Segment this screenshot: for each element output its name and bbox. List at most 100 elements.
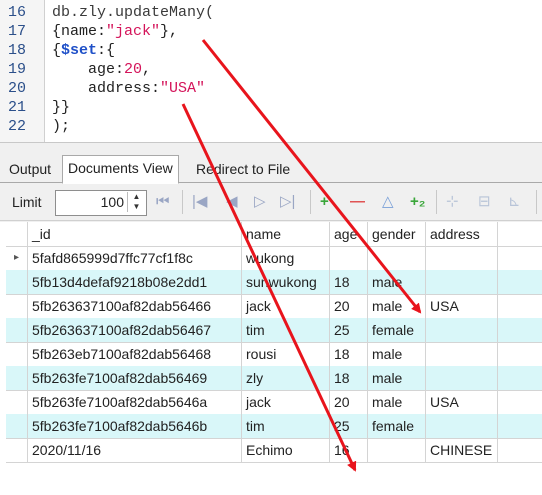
first-page-icon[interactable]: ⏮ — [156, 193, 170, 211]
cell-name[interactable]: wukong — [242, 246, 330, 270]
cell-name[interactable]: zly — [242, 366, 330, 390]
cell-gender[interactable]: male — [368, 366, 426, 390]
next-icon[interactable]: ▷ — [254, 193, 266, 211]
collapse-icon[interactable]: ⊾ — [508, 193, 521, 211]
cell-gender[interactable]: male — [368, 390, 426, 414]
cell-address[interactable] — [426, 342, 498, 366]
add-icon[interactable]: + — [320, 193, 329, 211]
cell-address[interactable] — [426, 270, 498, 294]
row-marker[interactable] — [6, 438, 28, 462]
cell-gender[interactable] — [368, 438, 426, 462]
limit-input[interactable]: 100 ▲ ▼ — [55, 190, 147, 216]
code-text: {name:"jack"}, — [52, 23, 178, 41]
cell-age[interactable]: 18 — [330, 270, 368, 294]
cell-address[interactable] — [426, 246, 498, 270]
header-gender[interactable]: gender — [368, 222, 426, 246]
toolbar-separator — [436, 190, 437, 214]
cell-id[interactable]: 5fb13d4defaf9218b08e2dd1 — [28, 270, 242, 294]
limit-spinner[interactable]: ▲ ▼ — [127, 192, 145, 212]
header-name[interactable]: name — [242, 222, 330, 246]
cell-name[interactable]: Echimo — [242, 438, 330, 462]
table-row[interactable]: 5fb263637100af82dab56466 jack 20 male USA — [6, 294, 542, 319]
cell-age[interactable]: 25 — [330, 414, 368, 438]
cell-gender[interactable]: male — [368, 342, 426, 366]
cell-name[interactable]: jack — [242, 390, 330, 414]
code-token: address: — [52, 80, 161, 97]
cell-age[interactable]: 20 — [330, 294, 368, 318]
code-token: {name: — [52, 23, 107, 40]
cell-name[interactable]: tim — [242, 318, 330, 342]
cell-name[interactable]: tim — [242, 414, 330, 438]
row-marker[interactable] — [6, 318, 28, 342]
cell-id[interactable]: 5fb263eb7100af82dab56468 — [28, 342, 242, 366]
tab-documents-view[interactable]: Documents View — [62, 155, 179, 184]
tab-output[interactable]: Output — [4, 157, 56, 181]
cell-address[interactable]: USA — [426, 294, 498, 318]
cell-extra — [498, 366, 542, 390]
table-row[interactable]: 5fb263eb7100af82dab56468 rousi 18 male — [6, 342, 542, 367]
cell-age[interactable]: 25 — [330, 318, 368, 342]
cell-id[interactable]: 5fb263fe7100af82dab56469 — [28, 366, 242, 390]
header-extra — [498, 222, 542, 246]
header-id[interactable]: _id — [28, 222, 242, 246]
line-number: 22 — [8, 118, 27, 135]
row-marker[interactable] — [6, 414, 28, 438]
cell-extra — [498, 342, 542, 366]
cell-gender[interactable]: male — [368, 270, 426, 294]
cell-name[interactable]: rousi — [242, 342, 330, 366]
add-field-icon[interactable]: +₂ — [410, 193, 425, 211]
code-token: db.zly.updateMany( — [52, 4, 215, 21]
cell-extra — [498, 270, 542, 294]
cell-id[interactable]: 5fb263637100af82dab56467 — [28, 318, 242, 342]
row-marker[interactable] — [6, 270, 28, 294]
table-row[interactable]: ▸ 5fafd865999d7ffc77cf1f8c wukong — [6, 246, 542, 271]
cell-age[interactable]: 18 — [330, 366, 368, 390]
cell-age[interactable]: 18 — [330, 342, 368, 366]
remove-icon[interactable]: — — [350, 193, 365, 211]
cell-name[interactable]: sunwukong — [242, 270, 330, 294]
prev-icon[interactable]: ◀ — [226, 193, 238, 211]
code-editor[interactable]: 16 db.zly.updateMany(17 {name:"jack"}, 18 {$… — [0, 0, 542, 143]
table-row[interactable]: 5fb13d4defaf9218b08e2dd1 sunwukong 18 male — [6, 270, 542, 295]
cell-address[interactable]: USA — [426, 390, 498, 414]
insert-icon[interactable]: ⊹ — [446, 193, 459, 211]
cell-id[interactable]: 5fb263fe7100af82dab5646b — [28, 414, 242, 438]
cell-id[interactable]: 5fb263fe7100af82dab5646a — [28, 390, 242, 414]
delete-icon[interactable]: ⊟ — [478, 193, 491, 211]
code-text: {$set:{ — [52, 42, 115, 60]
table-row[interactable]: 5fb263fe7100af82dab56469 zly 18 male — [6, 366, 542, 391]
row-marker[interactable] — [6, 294, 28, 318]
row-marker[interactable] — [6, 342, 28, 366]
cell-address[interactable]: CHINESE — [426, 438, 498, 462]
cell-gender[interactable]: female — [368, 318, 426, 342]
cell-id[interactable]: 5fb263637100af82dab56466 — [28, 294, 242, 318]
row-marker[interactable] — [6, 390, 28, 414]
header-address[interactable]: address — [426, 222, 498, 246]
cell-age[interactable]: 20 — [330, 390, 368, 414]
cell-name[interactable]: jack — [242, 294, 330, 318]
line-number: 19 — [8, 61, 27, 78]
table-row[interactable]: 2020/11/16 Echimo 16 CHINESE — [6, 438, 542, 463]
cell-gender[interactable]: female — [368, 414, 426, 438]
prev-page-icon[interactable]: |◀ — [192, 193, 207, 211]
cell-address[interactable] — [426, 318, 498, 342]
code-token: 20 — [124, 61, 143, 78]
last-page-icon[interactable]: ▷| — [280, 193, 295, 211]
cell-age[interactable]: 16 — [330, 438, 368, 462]
header-age[interactable]: age — [330, 222, 368, 246]
cell-address[interactable] — [426, 366, 498, 390]
cell-extra — [498, 294, 542, 318]
tab-redirect-to-file[interactable]: Redirect to File — [191, 157, 295, 181]
row-marker[interactable] — [6, 366, 28, 390]
table-row[interactable]: 5fb263fe7100af82dab5646b tim 25 female — [6, 414, 542, 439]
cell-gender[interactable] — [368, 246, 426, 270]
up-icon[interactable]: △ — [382, 193, 394, 211]
cell-gender[interactable]: male — [368, 294, 426, 318]
cell-id[interactable]: 2020/11/16 — [28, 438, 242, 462]
table-row[interactable]: 5fb263637100af82dab56467 tim 25 female — [6, 318, 542, 343]
cell-age[interactable] — [330, 246, 368, 270]
table-row[interactable]: 5fb263fe7100af82dab5646a jack 20 male USA — [6, 390, 542, 415]
cell-id[interactable]: 5fafd865999d7ffc77cf1f8c — [28, 246, 242, 270]
cell-address[interactable] — [426, 414, 498, 438]
row-marker[interactable]: ▸ — [6, 246, 28, 270]
